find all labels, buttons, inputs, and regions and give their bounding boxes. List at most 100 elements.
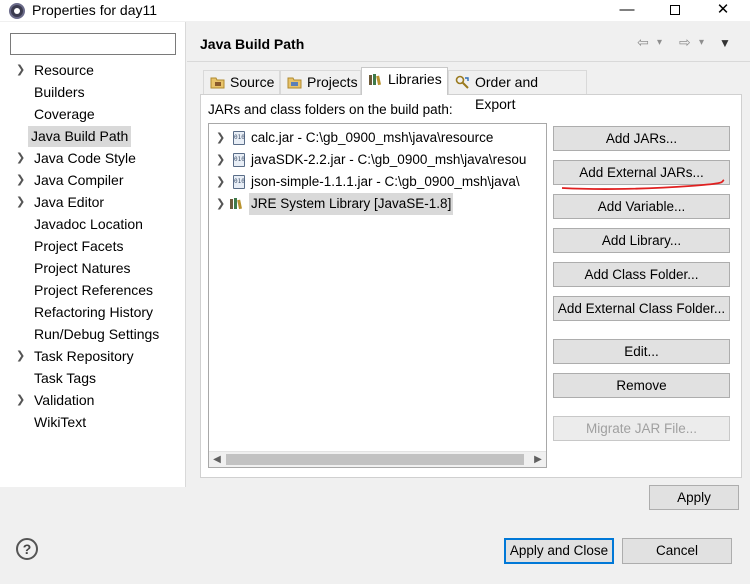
eclipse-icon bbox=[9, 3, 25, 19]
add-library-button[interactable]: Add Library... bbox=[553, 228, 730, 253]
apply-and-close-button[interactable]: Apply and Close bbox=[504, 538, 614, 564]
tree-item[interactable]: Project References bbox=[0, 280, 186, 301]
expand-chevron-icon[interactable]: ❯ bbox=[216, 149, 225, 171]
library-label: javaSDK-2.2.jar - C:\gb_0900_msh\java\re… bbox=[251, 152, 527, 167]
jar-icon bbox=[233, 131, 245, 145]
tab-label: Libraries bbox=[388, 71, 442, 87]
apply-button[interactable]: Apply bbox=[649, 485, 739, 510]
list-item[interactable]: ❯ javaSDK-2.2.jar - C:\gb_0900_msh\java\… bbox=[209, 149, 546, 171]
expand-chevron-icon[interactable]: ❯ bbox=[16, 192, 26, 213]
tree-item-label: Validation bbox=[34, 392, 95, 408]
tree-item-label: Builders bbox=[34, 84, 85, 100]
expand-chevron-icon[interactable]: ❯ bbox=[216, 127, 225, 149]
tab-label: Projects bbox=[307, 74, 358, 90]
close-button[interactable]: ✕ bbox=[700, 0, 746, 22]
jar-icon bbox=[233, 175, 245, 189]
library-label: calc.jar - C:\gb_0900_msh\java\resource bbox=[251, 130, 494, 145]
tree-item-label: Refactoring History bbox=[34, 304, 154, 320]
scroll-right-icon[interactable]: ▶ bbox=[530, 452, 546, 467]
migrate-jar-button[interactable]: Migrate JAR File... bbox=[553, 416, 730, 441]
forward-menu-chevron-icon[interactable]: ▾ bbox=[699, 37, 704, 48]
help-icon[interactable]: ? bbox=[16, 538, 38, 560]
tree-item-label: Task Repository bbox=[34, 348, 134, 364]
expand-chevron-icon[interactable]: ❯ bbox=[16, 170, 26, 191]
source-folder-icon bbox=[210, 77, 225, 89]
tab-order-and-export[interactable]: Order and Export bbox=[448, 70, 587, 112]
tree-item[interactable]: Project Facets bbox=[0, 236, 186, 257]
property-pages-panel: ❯ Resource Builders Coverage Java Build Path… bbox=[0, 22, 186, 487]
tree-item-label: Project Facets bbox=[34, 238, 124, 254]
list-item[interactable]: ❯ calc.jar - C:\gb_0900_msh\java\resourc… bbox=[209, 127, 546, 149]
cancel-button[interactable]: Cancel bbox=[622, 538, 732, 564]
filter-input[interactable] bbox=[10, 33, 176, 55]
tree-item-label: Run/Debug Settings bbox=[34, 326, 160, 342]
tree-item[interactable]: Project Natures bbox=[0, 258, 186, 279]
tree-item-label: WikiText bbox=[34, 414, 87, 430]
tree-item[interactable]: ❯ Task Repository bbox=[0, 346, 186, 367]
tab-projects[interactable]: Projects bbox=[280, 70, 361, 94]
edit-button[interactable]: Edit... bbox=[553, 339, 730, 364]
tree-item[interactable]: ❯ Validation bbox=[0, 390, 186, 411]
tree-item[interactable]: ❯ Java Editor bbox=[0, 192, 186, 213]
expand-chevron-icon[interactable]: ❯ bbox=[16, 148, 26, 169]
tree-item[interactable]: Refactoring History bbox=[0, 302, 186, 323]
red-underline-annotation bbox=[561, 179, 725, 190]
back-menu-chevron-icon[interactable]: ▾ bbox=[657, 37, 662, 48]
build-path-list[interactable]: ❯ calc.jar - C:\gb_0900_msh\java\resourc… bbox=[208, 123, 547, 468]
expand-chevron-icon[interactable]: ❯ bbox=[16, 346, 26, 367]
tree-item-label: Javadoc Location bbox=[34, 216, 143, 232]
scroll-left-icon[interactable]: ◀ bbox=[209, 452, 225, 467]
tree-item-label: Java Code Style bbox=[34, 150, 136, 166]
tree-item[interactable]: Javadoc Location bbox=[0, 214, 186, 235]
tree-item-label: Java Editor bbox=[34, 194, 105, 210]
maximize-icon bbox=[670, 5, 680, 15]
page-title: Java Build Path bbox=[200, 36, 305, 52]
add-jars-button[interactable]: Add JARs... bbox=[553, 126, 730, 151]
tree-item-label: Task Tags bbox=[34, 370, 96, 386]
tree-item[interactable]: Coverage bbox=[0, 104, 186, 125]
library-label: JRE System Library [JavaSE-1.8] bbox=[249, 193, 454, 215]
tree-item[interactable]: Builders bbox=[0, 82, 186, 103]
tree-item[interactable]: ❯ Java Compiler bbox=[0, 170, 186, 191]
expand-chevron-icon[interactable]: ❯ bbox=[16, 60, 26, 81]
tree-item[interactable]: Java Build Path bbox=[0, 126, 186, 147]
tree-item[interactable]: ❯ Resource bbox=[0, 60, 186, 81]
tree-item-label: Project References bbox=[34, 282, 154, 298]
add-class-folder-button[interactable]: Add Class Folder... bbox=[553, 262, 730, 287]
tree-item[interactable]: WikiText bbox=[0, 412, 186, 433]
tree-item-label: Java Compiler bbox=[34, 172, 124, 188]
scrollbar-thumb[interactable] bbox=[226, 454, 524, 465]
tree-item[interactable]: Run/Debug Settings bbox=[0, 324, 186, 345]
libraries-icon bbox=[369, 74, 381, 86]
tree-item-label: Java Build Path bbox=[28, 126, 132, 147]
back-arrow-icon[interactable]: ⇦ bbox=[637, 34, 649, 51]
header-divider bbox=[187, 61, 750, 62]
title-bar: Properties for day11 — ✕ bbox=[0, 0, 750, 22]
expand-chevron-icon[interactable]: ❯ bbox=[216, 193, 225, 215]
tree-item-label: Project Natures bbox=[34, 260, 131, 276]
window-title: Properties for day11 bbox=[32, 2, 158, 18]
add-variable-button[interactable]: Add Variable... bbox=[553, 194, 730, 219]
minimize-button[interactable]: — bbox=[604, 0, 650, 22]
forward-arrow-icon[interactable]: ⇨ bbox=[679, 34, 691, 51]
tree-item[interactable]: ❯ Java Code Style bbox=[0, 148, 186, 169]
remove-button[interactable]: Remove bbox=[553, 373, 730, 398]
page-navigation: ⇦ ▾ ⇨ ▾ ▼ bbox=[635, 34, 745, 52]
library-label: json-simple-1.1.1.jar - C:\gb_0900_msh\j… bbox=[251, 174, 520, 189]
expand-chevron-icon[interactable]: ❯ bbox=[16, 390, 26, 411]
view-menu-icon[interactable]: ▼ bbox=[719, 36, 731, 50]
horizontal-scrollbar[interactable]: ◀ ▶ bbox=[209, 451, 546, 467]
maximize-button[interactable] bbox=[652, 0, 698, 22]
list-item[interactable]: ❯ JRE System Library [JavaSE-1.8] bbox=[209, 193, 546, 215]
tab-label: Source bbox=[230, 74, 275, 90]
tab-source[interactable]: Source bbox=[203, 70, 280, 94]
order-export-icon bbox=[455, 75, 469, 89]
tab-libraries[interactable]: Libraries bbox=[361, 67, 448, 95]
tree-item[interactable]: Task Tags bbox=[0, 368, 186, 389]
jre-library-icon bbox=[230, 198, 242, 210]
add-external-class-folder-button[interactable]: Add External Class Folder... bbox=[553, 296, 730, 321]
expand-chevron-icon[interactable]: ❯ bbox=[216, 171, 225, 193]
tree-item-label: Coverage bbox=[34, 106, 95, 122]
list-item[interactable]: ❯ json-simple-1.1.1.jar - C:\gb_0900_msh… bbox=[209, 171, 546, 193]
tree-item-label: Resource bbox=[34, 62, 94, 78]
